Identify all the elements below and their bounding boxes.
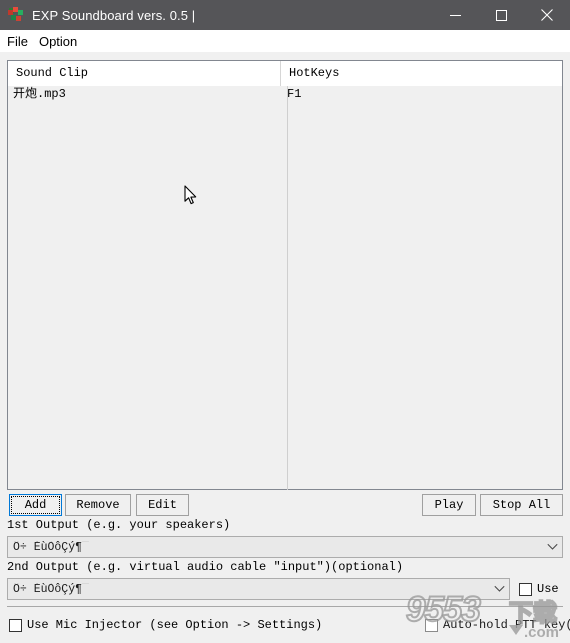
title-bar: EXP Soundboard vers. 0.5 | <box>0 0 570 30</box>
edit-button-label: Edit <box>148 498 177 512</box>
column-header-sound-clip[interactable]: Sound Clip <box>8 61 281 86</box>
mic-injector-label: Use Mic Injector (see Option -> Settings… <box>27 618 323 632</box>
list-header: Sound Clip HotKeys <box>8 61 562 86</box>
column-header-hotkeys[interactable]: HotKeys <box>281 61 562 86</box>
menu-item-option[interactable]: Option <box>39 33 84 50</box>
add-button-label: Add <box>24 498 47 512</box>
close-icon <box>541 9 553 21</box>
edit-button[interactable]: Edit <box>136 494 189 516</box>
list-body: 开炮.mp3 F1 <box>8 86 562 105</box>
chevron-down-icon[interactable] <box>542 543 562 551</box>
minimize-button[interactable] <box>432 0 478 30</box>
chevron-down-icon[interactable] <box>489 585 509 593</box>
stop-all-button[interactable]: Stop All <box>480 494 563 516</box>
checkbox-box[interactable] <box>425 618 438 632</box>
second-output-select[interactable]: Ô÷ ÉùÒôÇý¶¯ <box>7 578 510 600</box>
second-output-use-checkbox[interactable]: Use <box>519 582 559 596</box>
cell-sound-clip: 开炮.mp3 <box>13 87 66 101</box>
second-output-use-label: Use <box>537 582 559 596</box>
checkbox-box[interactable] <box>9 618 22 632</box>
remove-button-label: Remove <box>76 498 120 512</box>
column-divider <box>287 86 288 490</box>
add-button[interactable]: Add <box>9 494 62 516</box>
auto-hold-ptt-checkbox[interactable]: Auto-hold PTT key(s) <box>425 618 570 632</box>
table-row[interactable]: 开炮.mp3 F1 <box>8 86 562 105</box>
sound-clip-list[interactable]: Sound Clip HotKeys 开炮.mp3 F1 <box>7 60 563 490</box>
window-controls <box>432 0 570 30</box>
menu-bar: File Option <box>0 30 570 52</box>
first-output-select[interactable]: Ô÷ ÉùÒôÇý¶¯ <box>7 536 563 558</box>
client-area: Sound Clip HotKeys 开炮.mp3 F1 Add Remove … <box>0 52 570 643</box>
maximize-icon <box>495 9 507 21</box>
maximize-button[interactable] <box>478 0 524 30</box>
remove-button[interactable]: Remove <box>65 494 131 516</box>
application-window: EXP Soundboard vers. 0.5 | File Option S… <box>0 0 570 643</box>
minimize-icon <box>449 14 461 16</box>
menu-item-file[interactable]: File <box>7 33 35 50</box>
auto-hold-ptt-label: Auto-hold PTT key(s) <box>443 618 570 632</box>
divider <box>7 606 563 607</box>
play-button[interactable]: Play <box>422 494 476 516</box>
mic-injector-checkbox[interactable]: Use Mic Injector (see Option -> Settings… <box>9 618 322 632</box>
checkbox-box[interactable] <box>519 582 532 596</box>
stop-all-button-label: Stop All <box>492 498 551 512</box>
first-output-value: Ô÷ ÉùÒôÇý¶¯ <box>13 540 89 554</box>
second-output-label: 2nd Output (e.g. virtual audio cable "in… <box>7 560 404 574</box>
app-icon <box>8 7 24 23</box>
window-title: EXP Soundboard vers. 0.5 | <box>32 7 196 23</box>
first-output-label: 1st Output (e.g. your speakers) <box>7 518 231 532</box>
close-button[interactable] <box>524 0 570 30</box>
second-output-value: Ô÷ ÉùÒôÇý¶¯ <box>13 582 89 596</box>
play-button-label: Play <box>434 498 464 512</box>
cell-hotkeys: F1 <box>287 87 302 101</box>
